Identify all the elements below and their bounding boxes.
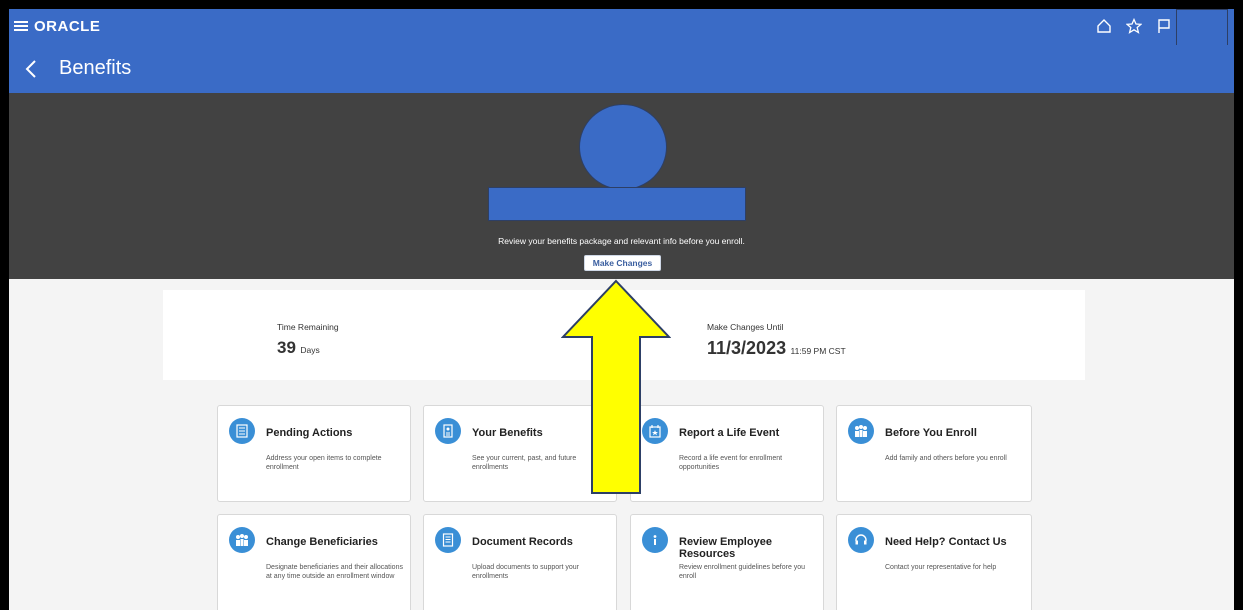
time-remaining-number: 39 <box>277 338 296 357</box>
back-icon[interactable] <box>25 59 37 79</box>
flag-icon[interactable] <box>1154 15 1174 37</box>
badge-icon <box>435 418 461 444</box>
tile-title: Your Benefits <box>472 427 543 439</box>
tile-need-help[interactable]: Need Help? Contact Us Contact your repre… <box>836 514 1032 610</box>
user-avatar[interactable] <box>1176 9 1228 47</box>
tile-description: Contact your representative for help <box>885 564 997 571</box>
tile-title: Need Help? Contact Us <box>885 536 1007 548</box>
document-icon <box>435 527 461 553</box>
employee-name-redacted <box>488 187 746 221</box>
time-remaining-label: Time Remaining <box>277 322 339 332</box>
tile-description: Record a life event for enrollment oppor… <box>679 455 783 472</box>
tile-pending-actions[interactable]: Pending Actions Address your open items … <box>217 405 411 502</box>
deadline-date: 11/3/2023 <box>707 338 787 358</box>
tile-description: Address your open items to complete enro… <box>266 455 382 472</box>
time-remaining-unit: Days <box>300 345 320 355</box>
tile-title: Document Records <box>472 536 573 548</box>
hamburger-icon[interactable] <box>14 19 28 33</box>
tile-description: Add family and others before you enroll <box>885 455 1007 462</box>
tile-description: Designate beneficiaries and their alloca… <box>266 564 403 581</box>
checklist-icon <box>229 418 255 444</box>
oracle-logo[interactable]: ORACLE <box>34 18 100 35</box>
header-icons <box>1094 15 1174 37</box>
tile-document-records[interactable]: Document Records Upload documents to sup… <box>423 514 617 610</box>
home-icon[interactable] <box>1094 15 1114 37</box>
make-changes-until-label: Make Changes Until <box>707 322 784 332</box>
tile-title: Before You Enroll <box>885 427 977 439</box>
tile-description: Review enrollment guidelines before you … <box>679 564 806 581</box>
tile-review-employee-resources[interactable]: Review Employee Resources Review enrollm… <box>630 514 824 610</box>
make-changes-until-value: 11/3/2023 11:59 PM CST <box>707 338 846 359</box>
profile-photo <box>579 104 667 190</box>
global-header: ORACLE <box>9 9 1234 47</box>
tile-change-beneficiaries[interactable]: Change Beneficiaries Designate beneficia… <box>217 514 411 610</box>
deadline-time: 11:59 PM CST <box>790 346 846 356</box>
time-remaining-value: 39 Days <box>277 338 320 358</box>
tile-description: Upload documents to support your enrollm… <box>472 564 580 581</box>
info-icon <box>642 527 668 553</box>
tile-title: Pending Actions <box>266 427 353 439</box>
page-title: Benefits <box>59 57 132 79</box>
star-icon[interactable] <box>1124 15 1144 37</box>
tile-title: Change Beneficiaries <box>266 536 378 548</box>
hero-message: Review your benefits package and relevan… <box>498 236 745 246</box>
family-icon <box>848 418 874 444</box>
annotation-arrow-up-icon <box>561 279 671 494</box>
tile-title: Report a Life Event <box>679 427 780 439</box>
hero-banner: Review your benefits package and relevan… <box>9 93 1234 279</box>
page-titlebar: Benefits <box>9 45 1234 93</box>
people-icon <box>229 527 255 553</box>
make-changes-button[interactable]: Make Changes <box>584 255 661 271</box>
tile-before-you-enroll[interactable]: Before You Enroll Add family and others … <box>836 405 1032 502</box>
tile-title: Review Employee Resources <box>679 536 772 560</box>
app-frame: ORACLE Benefits Review your benefits pac… <box>9 9 1234 610</box>
headset-icon <box>848 527 874 553</box>
